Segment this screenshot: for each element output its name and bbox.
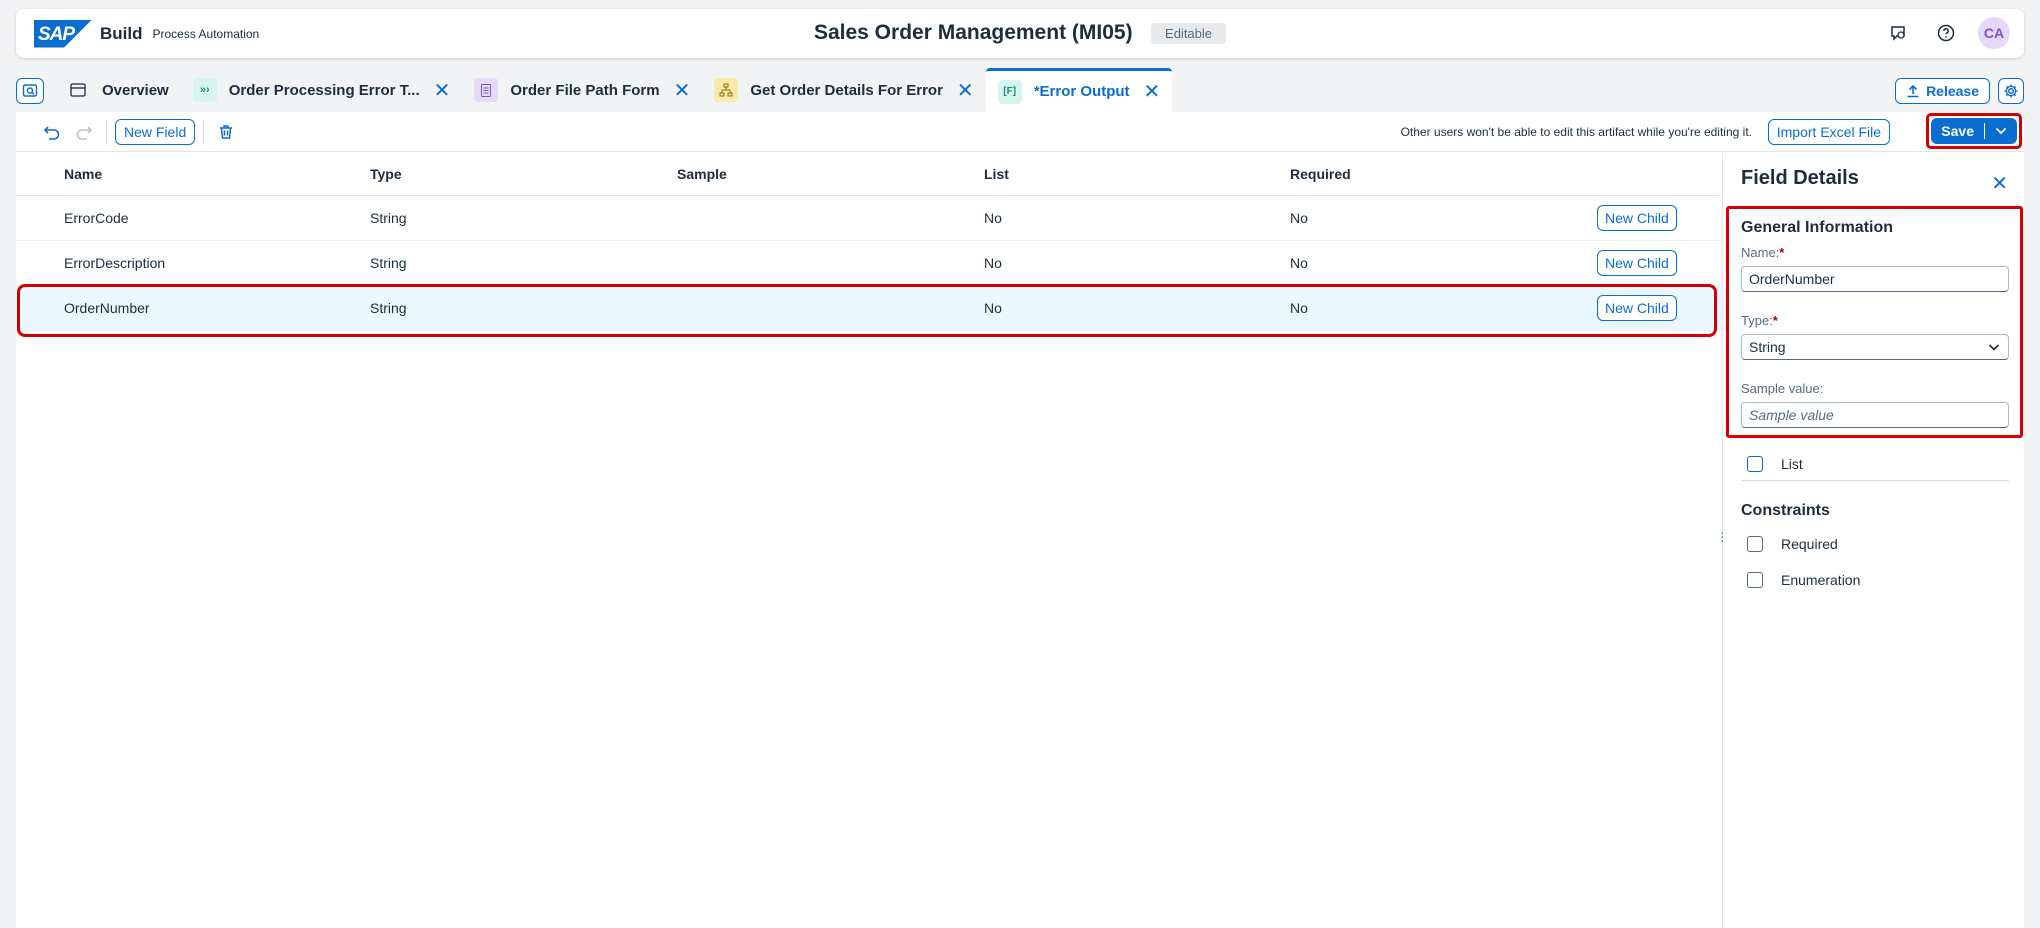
file-icon xyxy=(66,78,90,102)
shell-bar: SAP Build Process Automation Sales Order… xyxy=(16,9,2024,58)
shell-title-area: Sales Order Management (MI05) Editable xyxy=(16,21,2024,45)
type-label: Type:* xyxy=(1741,313,1778,328)
tab-label: Order Processing Error T... xyxy=(228,81,420,99)
field-details-panel: · · · Field Details ✕ General Information … xyxy=(1720,153,2024,928)
column-type[interactable]: Type xyxy=(370,166,402,182)
toolbar: New Field Other users won't be able to e… xyxy=(16,112,2024,152)
name-field[interactable]: OrderNumber xyxy=(1741,266,2009,292)
feedback-icon[interactable] xyxy=(1882,17,1914,49)
required-checkbox-row[interactable]: Required xyxy=(1747,536,1838,552)
decision-icon xyxy=(714,78,739,102)
tab-label: *Error Output xyxy=(1033,83,1130,100)
new-field-button[interactable]: New Field xyxy=(115,118,196,145)
cell-required: No xyxy=(1290,300,1308,316)
edit-lock-note: Other users won't be able to edit this a… xyxy=(1400,125,1752,139)
cell-name: ErrorDescription xyxy=(64,255,166,271)
required-checkbox[interactable] xyxy=(1747,536,1763,552)
cell-name: OrderNumber xyxy=(64,300,150,316)
cell-required: No xyxy=(1290,255,1308,271)
sap-logo[interactable]: SAP xyxy=(34,19,92,48)
column-required[interactable]: Required xyxy=(1290,166,1351,182)
table-row[interactable]: ErrorCode String No No New Child xyxy=(16,196,1722,241)
new-child-button[interactable]: New Child xyxy=(1597,295,1677,321)
panel-title: Field Details xyxy=(1741,167,1859,189)
close-icon[interactable]: ✕ xyxy=(1144,79,1161,104)
list-label: List xyxy=(1781,456,1803,472)
new-child-button[interactable]: New Child xyxy=(1597,250,1677,276)
tab-label: Order File Path Form xyxy=(510,81,660,99)
cell-list: No xyxy=(984,300,1002,316)
toolbar-separator xyxy=(106,119,107,144)
close-icon[interactable]: ✕ xyxy=(434,78,451,103)
process-icon: »› xyxy=(192,78,217,102)
column-name[interactable]: Name xyxy=(64,166,102,182)
chevron-down-icon[interactable] xyxy=(1988,340,2000,357)
save-highlight: Save xyxy=(1926,113,2022,149)
shell-actions: CA xyxy=(1882,17,2010,49)
cell-list: No xyxy=(984,210,1002,226)
list-checkbox[interactable] xyxy=(1747,456,1763,472)
help-icon[interactable] xyxy=(1930,17,1962,49)
data-type-icon: [F] xyxy=(997,79,1022,104)
column-sample[interactable]: Sample xyxy=(677,166,727,182)
search-artifacts-icon[interactable] xyxy=(16,78,44,104)
column-list[interactable]: List xyxy=(984,166,1009,182)
table-row-selected[interactable]: OrderNumber String No No New Child xyxy=(16,286,1722,331)
cell-type: String xyxy=(370,210,407,226)
resize-handle-icon[interactable]: · · · xyxy=(1720,525,1725,547)
tab-order-file-path-form[interactable]: Order File Path Form ✕ xyxy=(462,68,702,112)
close-icon[interactable]: ✕ xyxy=(1991,171,2008,196)
import-excel-button[interactable]: Import Excel File xyxy=(1767,119,1890,145)
page-title: Sales Order Management (MI05) xyxy=(813,21,1133,44)
close-icon[interactable]: ✕ xyxy=(957,78,974,103)
enumeration-checkbox[interactable] xyxy=(1747,572,1763,588)
name-label: Name:* xyxy=(1741,245,1785,260)
avatar[interactable]: CA xyxy=(1978,17,2010,49)
sample-value-input[interactable]: Sample value xyxy=(1741,402,2009,428)
release-button[interactable]: Release xyxy=(1895,78,1990,104)
brand-name: Build xyxy=(100,23,143,43)
divider xyxy=(1741,480,2009,481)
status-badge: Editable xyxy=(1151,22,1227,44)
save-button[interactable]: Save xyxy=(1931,118,2017,144)
enumeration-checkbox-row[interactable]: Enumeration xyxy=(1747,572,1860,588)
table-row[interactable]: ErrorDescription String No No New Child xyxy=(16,241,1722,286)
cell-required: No xyxy=(1290,210,1308,226)
chevron-down-icon[interactable] xyxy=(1985,127,2017,135)
cell-list: No xyxy=(984,255,1002,271)
toolbar-separator xyxy=(203,119,205,144)
tab-label: Get Order Details For Error xyxy=(750,81,943,99)
enumeration-label: Enumeration xyxy=(1781,572,1861,588)
upload-icon xyxy=(1907,84,1919,98)
save-label: Save xyxy=(1931,123,1985,139)
form-icon xyxy=(474,78,499,102)
cell-name: ErrorCode xyxy=(64,210,129,226)
tab-get-order-details[interactable]: Get Order Details For Error ✕ xyxy=(702,68,985,112)
close-icon[interactable]: ✕ xyxy=(674,78,691,103)
brand-subtitle: Process Automation xyxy=(152,26,260,41)
tab-order-processing-error[interactable]: »› Order Processing Error T... ✕ xyxy=(181,68,463,112)
tab-error-output[interactable]: [F] *Error Output ✕ xyxy=(985,68,1173,112)
cell-type: String xyxy=(370,255,407,271)
delete-icon[interactable] xyxy=(212,118,240,146)
list-checkbox-row[interactable]: List xyxy=(1747,456,1803,472)
new-child-button[interactable]: New Child xyxy=(1597,205,1677,231)
tab-bar: Overview »› Order Processing Error T... … xyxy=(16,68,2024,112)
gear-icon[interactable] xyxy=(1998,78,2024,104)
editor-panel: New Field Other users won't be able to e… xyxy=(16,112,2024,928)
general-information-title: General Information xyxy=(1741,219,1894,236)
table-header: Name Type Sample List Required xyxy=(16,153,1722,196)
sample-value-label: Sample value: xyxy=(1741,381,1824,396)
tabbar-actions: Release xyxy=(1895,78,2024,104)
required-label: Required xyxy=(1781,536,1838,552)
cell-type: String xyxy=(370,300,407,316)
tab-overview[interactable]: Overview xyxy=(54,68,181,112)
tab-label: Overview xyxy=(102,81,169,99)
fields-table: Name Type Sample List Required ErrorCode… xyxy=(16,153,1722,331)
redo-icon[interactable] xyxy=(70,118,98,146)
undo-icon[interactable] xyxy=(38,118,66,146)
constraints-title: Constraints xyxy=(1741,502,1830,519)
type-select[interactable]: String xyxy=(1741,334,2009,360)
